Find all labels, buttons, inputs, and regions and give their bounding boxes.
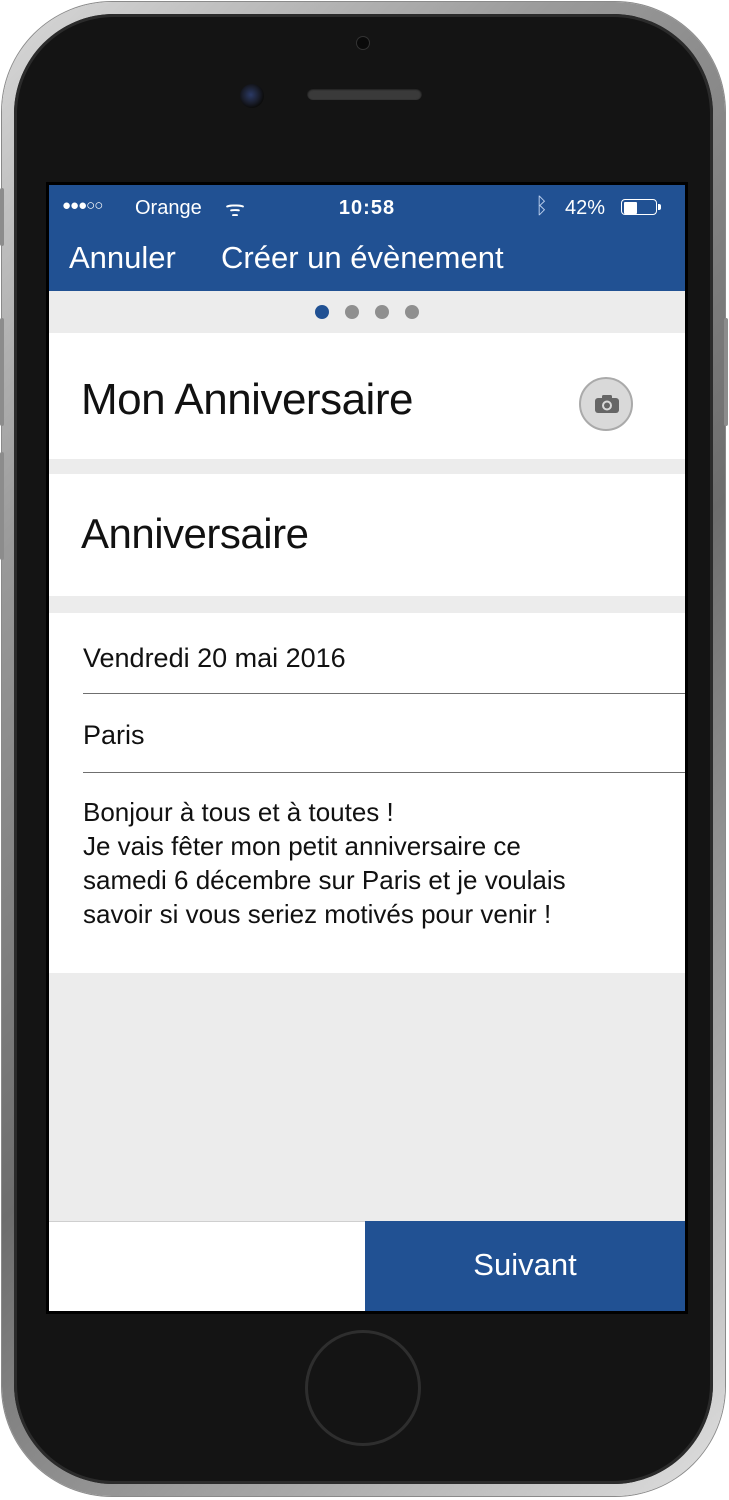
page-dot-1 (315, 305, 329, 319)
phone-screen: ●●●○○ Orange ᯤ 10:58 ᛒ 42% Annuler Créer… (46, 182, 688, 1314)
event-details-card: Vendredi 20 mai 2016 Paris Bonjour à tou… (49, 613, 685, 973)
description-line: samedi 6 décembre sur Paris et je voulai… (83, 865, 566, 895)
empty-back-slot (49, 1221, 365, 1311)
page-dot-3 (375, 305, 389, 319)
next-button[interactable]: Suivant (365, 1221, 685, 1311)
earpiece-speaker (307, 88, 422, 100)
status-bar: ●●●○○ Orange ᯤ 10:58 ᛒ 42% (49, 185, 685, 229)
bluetooth-icon: ᛒ (535, 193, 549, 218)
navigation-bar: Annuler Créer un évènement (49, 229, 685, 291)
proximity-sensor (357, 37, 369, 49)
page-dot-2 (345, 305, 359, 319)
page-indicator (49, 291, 685, 333)
add-photo-button[interactable] (579, 377, 633, 431)
battery-icon (621, 199, 661, 217)
page-dot-4 (405, 305, 419, 319)
power-button (724, 318, 728, 426)
home-button[interactable] (308, 1333, 418, 1443)
description-line: savoir si vous seriez motivés pour venir… (83, 899, 552, 929)
divider (83, 693, 685, 694)
front-camera (240, 84, 264, 108)
page-title: Créer un évènement (221, 240, 504, 275)
event-place-field[interactable]: Paris (83, 720, 145, 751)
description-line: Bonjour à tous et à toutes ! (83, 797, 394, 827)
mute-switch (0, 188, 4, 246)
event-type-card: Anniversaire (49, 474, 685, 596)
bottom-action-bar: Suivant (49, 1221, 685, 1311)
event-date-field[interactable]: Vendredi 20 mai 2016 (83, 643, 346, 674)
volume-up-button (0, 318, 4, 426)
divider (83, 772, 685, 773)
event-type-field[interactable]: Anniversaire (81, 510, 309, 558)
volume-down-button (0, 452, 4, 560)
event-description-textarea[interactable]: Bonjour à tous et à toutes ! Je vais fêt… (83, 795, 663, 931)
event-name-card: Mon Anniversaire (49, 333, 685, 459)
description-line: Je vais fêter mon petit anniversaire ce (83, 831, 521, 861)
battery-percent: 42% (565, 197, 606, 219)
event-name-input[interactable]: Mon Anniversaire (81, 375, 413, 425)
camera-icon (595, 395, 619, 413)
cancel-button[interactable]: Annuler (69, 240, 176, 276)
page-dots (307, 305, 427, 324)
